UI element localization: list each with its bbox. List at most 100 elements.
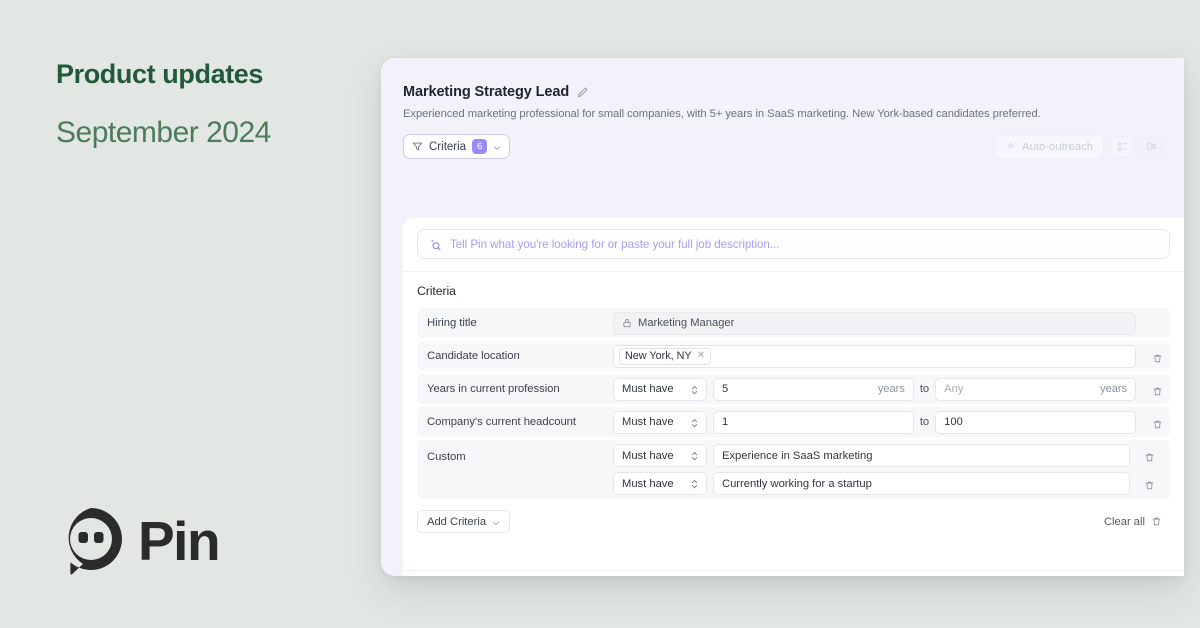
delete-row-button[interactable] <box>1136 478 1162 489</box>
list-view-button[interactable] <box>1140 136 1162 157</box>
match-type-select[interactable]: Must have <box>613 411 707 434</box>
clear-all-button[interactable]: Clear all <box>1104 516 1162 528</box>
table-row: Candidate location New York, NY ✕ <box>417 341 1170 371</box>
add-criteria-button[interactable]: Add Criteria <box>417 510 510 533</box>
app-header: Marketing Strategy Lead Experienced mark… <box>381 58 1184 159</box>
pencil-icon[interactable] <box>576 86 589 99</box>
years-to-input[interactable]: Any years <box>935 378 1136 401</box>
criteria-count-badge: 6 <box>472 139 487 154</box>
criteria-panel: Tell Pin what you're looking for or past… <box>403 218 1184 576</box>
promo-subtitle: September 2024 <box>56 115 356 151</box>
delete-row-button[interactable] <box>1144 351 1170 362</box>
delete-row-button[interactable] <box>1144 417 1170 428</box>
years-to-suffix: years <box>1100 383 1127 395</box>
headcount-from-value: 1 <box>722 416 728 428</box>
prompt-placeholder: Tell Pin what you're looking for or past… <box>450 238 779 251</box>
match-type-value: Must have <box>622 383 674 395</box>
location-tag-label: New York, NY <box>625 350 692 362</box>
row-label: Hiring title <box>427 310 613 336</box>
criteria-rows: Hiring title Marketing Manager <box>417 308 1170 499</box>
table-row: Custom Must have <box>417 440 1170 499</box>
funnel-icon <box>412 141 423 152</box>
custom-entry: Must have Experience in SaaS marketing <box>613 444 1162 467</box>
sparkle-search-icon <box>429 238 442 251</box>
range-to-label: to <box>920 383 929 395</box>
brand-lockup: Pin <box>56 505 219 577</box>
prompt-input[interactable]: Tell Pin what you're looking for or past… <box>417 229 1170 259</box>
row-label: Company's current headcount <box>427 409 613 435</box>
criteria-filter-button[interactable]: Criteria 6 <box>403 134 510 159</box>
row-label: Candidate location <box>427 343 613 369</box>
match-type-value: Must have <box>622 450 674 462</box>
candidate-location-input[interactable]: New York, NY ✕ <box>613 345 1136 368</box>
delete-row-button[interactable] <box>1136 450 1162 461</box>
years-from-suffix: years <box>878 383 905 395</box>
page-title: Marketing Strategy Lead <box>403 84 569 100</box>
location-tag[interactable]: New York, NY ✕ <box>619 348 711 365</box>
trash-icon <box>1152 417 1163 428</box>
sparkle-icon <box>1005 141 1016 152</box>
row-label: Years in current profession <box>427 376 613 402</box>
up-down-arrows-icon <box>691 450 698 461</box>
years-from-input[interactable]: 5 years <box>713 378 914 401</box>
hiring-title-value: Marketing Manager <box>638 317 734 329</box>
criteria-body: Criteria Hiring title <box>403 272 1184 533</box>
trash-icon <box>1144 450 1155 461</box>
criteria-filter-label: Criteria <box>429 141 466 153</box>
delete-row-button[interactable] <box>1144 384 1170 395</box>
custom-criteria-value: Experience in SaaS marketing <box>722 450 873 462</box>
row-fields: New York, NY ✕ <box>613 345 1144 368</box>
promo-title: Product updates <box>56 58 356 92</box>
grid-view-icon <box>1117 141 1128 152</box>
hiring-title-field: Marketing Manager <box>613 312 1136 335</box>
years-from-value: 5 <box>722 383 728 395</box>
screenshot-root: Product updates September 2024 Pin Marke… <box>0 0 1200 628</box>
trash-icon <box>1144 478 1155 489</box>
custom-criteria-value: Currently working for a startup <box>722 478 872 490</box>
auto-outreach-label: Auto-outreach <box>1022 141 1093 153</box>
clear-all-label: Clear all <box>1104 516 1145 528</box>
row-fields: Must have Experience in SaaS marketing <box>613 444 1170 495</box>
toolbar-right-group: Auto-outreach <box>994 134 1162 159</box>
trash-icon <box>1151 516 1162 527</box>
row-label: Custom <box>427 444 613 495</box>
custom-criteria-input[interactable]: Experience in SaaS marketing <box>713 444 1130 467</box>
criteria-actions: Add Criteria Clear all <box>417 499 1170 533</box>
row-fields: Must have 5 years <box>613 378 1144 401</box>
table-row: Hiring title Marketing Manager <box>417 308 1170 338</box>
match-type-select[interactable]: Must have <box>613 472 707 495</box>
prompt-section: Tell Pin what you're looking for or past… <box>403 218 1184 271</box>
brand-name: Pin <box>138 514 219 569</box>
table-row: Company's current headcount Must have <box>417 407 1170 437</box>
years-to-placeholder: Any <box>944 383 963 395</box>
match-type-select[interactable]: Must have <box>613 444 707 467</box>
headcount-to-value: 100 <box>944 416 963 428</box>
headcount-from-input[interactable]: 1 <box>713 411 914 434</box>
app-toolbar: Criteria 6 A <box>403 134 1162 159</box>
grid-view-button[interactable] <box>1111 136 1133 157</box>
custom-criteria-input[interactable]: Currently working for a startup <box>713 472 1130 495</box>
row-fields: Must have 1 to <box>613 411 1144 434</box>
auto-outreach-button[interactable]: Auto-outreach <box>994 134 1104 159</box>
criteria-section-label: Criteria <box>417 284 1170 298</box>
promo-headline: Product updates September 2024 <box>56 58 356 151</box>
app-window-card: Marketing Strategy Lead Experienced mark… <box>381 58 1184 576</box>
match-type-select[interactable]: Must have <box>613 378 707 401</box>
close-icon[interactable]: ✕ <box>697 351 705 361</box>
panel-footer: Source Candidates Cancel <box>403 570 1184 576</box>
match-type-value: Must have <box>622 478 674 490</box>
chevron-down-icon <box>492 518 500 526</box>
add-criteria-label: Add Criteria <box>427 516 486 528</box>
list-view-icon <box>1146 141 1157 152</box>
match-type-value: Must have <box>622 416 674 428</box>
pin-speech-bubble-logo-icon <box>56 505 126 577</box>
table-row: Years in current profession Must have <box>417 374 1170 404</box>
up-down-arrows-icon <box>691 417 698 428</box>
job-description: Experienced marketing professional for s… <box>403 108 1162 120</box>
chevron-down-icon <box>493 143 501 151</box>
trash-icon <box>1152 351 1163 362</box>
lock-icon <box>622 318 632 328</box>
headcount-to-input[interactable]: 100 <box>935 411 1136 434</box>
custom-entry: Must have Currently working for a startu… <box>613 472 1162 495</box>
up-down-arrows-icon <box>691 478 698 489</box>
